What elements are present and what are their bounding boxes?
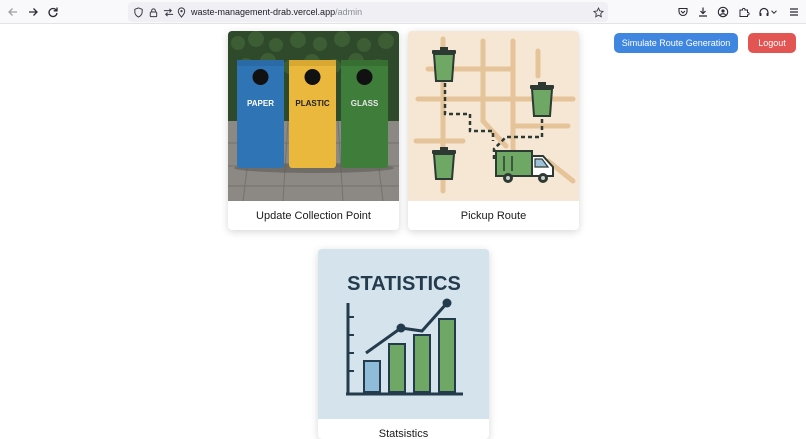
recycling-bins-image: PAPER PLASTIC GLASS xyxy=(228,31,399,201)
back-icon[interactable] xyxy=(5,4,21,20)
admin-page: Simulate Route Generation Logout PAPER P… xyxy=(0,24,806,439)
reload-icon[interactable] xyxy=(45,4,61,20)
stat-bar-3 xyxy=(413,334,431,393)
browser-toolbar: waste-management-drab.vercel.app/admin xyxy=(0,0,806,24)
url-bar[interactable]: waste-management-drab.vercel.app/admin xyxy=(128,2,608,22)
chevron-down-icon[interactable] xyxy=(769,4,779,20)
plastic-bin-label: PLASTIC xyxy=(295,99,329,108)
location-icon[interactable] xyxy=(175,6,187,18)
update-collection-point-card[interactable]: PAPER PLASTIC GLASS Update Collection Po… xyxy=(228,31,399,230)
download-icon[interactable] xyxy=(695,4,711,20)
bookmark-star-icon[interactable] xyxy=(592,6,604,18)
statistics-card[interactable]: STATISTICS Statsistics xyxy=(318,249,489,439)
extensions-icon[interactable] xyxy=(736,4,752,20)
stat-bar-1 xyxy=(363,360,381,393)
glass-bin-label: GLASS xyxy=(351,99,379,108)
statistics-label: Statsistics xyxy=(378,427,429,439)
trash-bin-icon xyxy=(432,47,456,82)
statistics-image-title: STATISTICS xyxy=(347,273,461,295)
stat-bar-4 xyxy=(438,318,456,393)
url-text[interactable]: waste-management-drab.vercel.app/admin xyxy=(191,6,362,18)
update-collection-point-label: Update Collection Point xyxy=(256,209,371,222)
shield-icon[interactable] xyxy=(132,6,144,18)
paper-bin-label: PAPER xyxy=(247,99,274,108)
pocket-icon[interactable] xyxy=(675,4,691,20)
stat-bar-2 xyxy=(388,343,406,393)
logout-button[interactable]: Logout xyxy=(748,33,796,53)
account-icon[interactable] xyxy=(715,4,731,20)
permissions-icon[interactable] xyxy=(162,6,174,18)
pickup-route-label: Pickup Route xyxy=(460,209,527,222)
simulate-route-button[interactable]: Simulate Route Generation xyxy=(614,33,738,53)
trash-bin-icon xyxy=(432,147,456,180)
menu-icon[interactable] xyxy=(786,4,802,20)
forward-icon[interactable] xyxy=(25,4,41,20)
statistics-image: STATISTICS xyxy=(318,249,489,419)
lock-icon[interactable] xyxy=(147,6,159,18)
trash-bin-icon xyxy=(530,82,554,117)
pickup-route-card[interactable]: Pickup Route xyxy=(408,31,579,230)
pickup-route-image xyxy=(408,31,579,201)
